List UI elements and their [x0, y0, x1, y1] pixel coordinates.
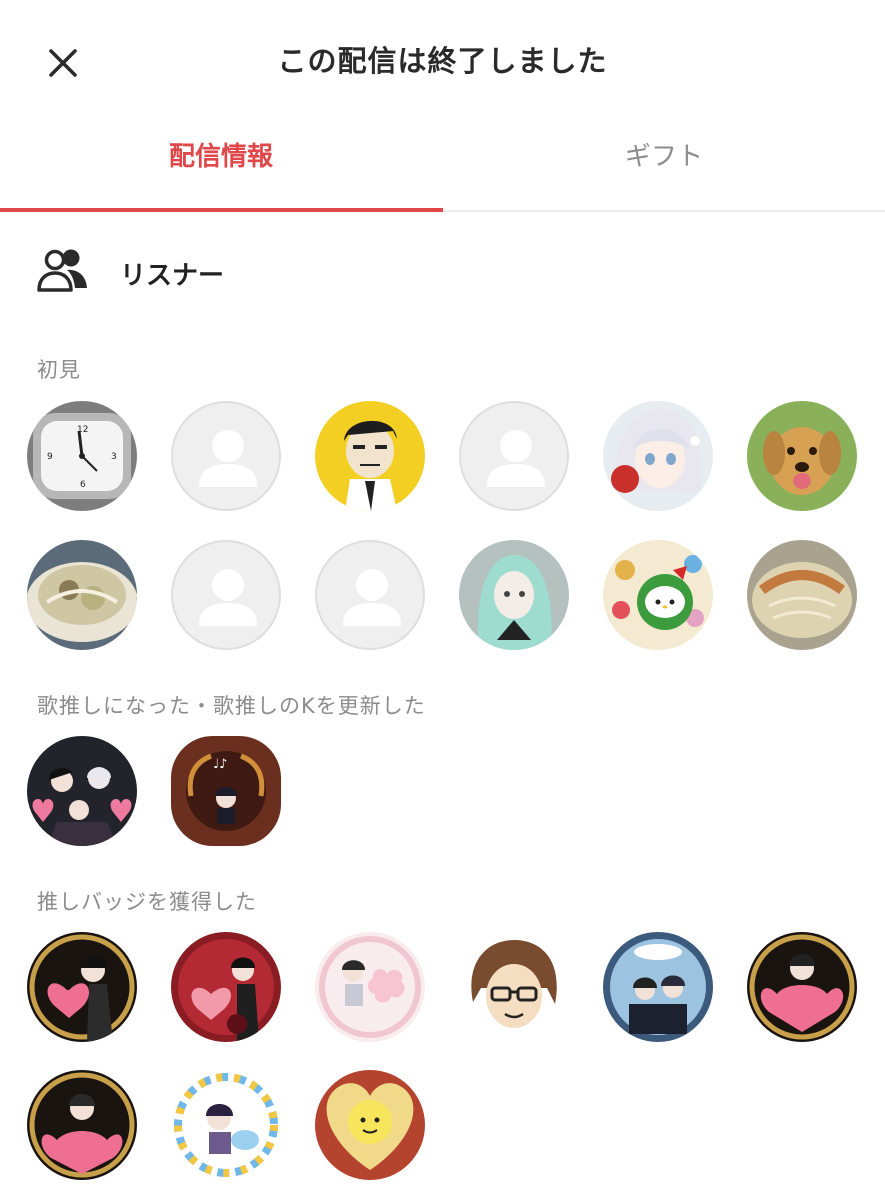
listener-avatar[interactable]	[603, 401, 713, 511]
listeners-label: リスナー	[120, 260, 225, 291]
listener-avatar[interactable]	[747, 401, 857, 511]
default-avatar[interactable]	[315, 540, 425, 650]
listeners-icon	[36, 248, 90, 298]
active-tab-indicator	[0, 208, 443, 212]
svg-text:12: 12	[77, 425, 88, 435]
listener-avatar[interactable]	[603, 932, 713, 1042]
svg-text:♩♪: ♩♪	[213, 757, 227, 772]
listener-avatar[interactable]	[315, 1070, 425, 1180]
svg-text:3: 3	[111, 452, 117, 462]
listener-avatar[interactable]	[747, 932, 857, 1042]
default-avatar[interactable]	[171, 540, 281, 650]
listener-avatar[interactable]	[27, 1070, 137, 1180]
listener-avatar[interactable]: ♩♪	[171, 736, 281, 846]
section-label-first-time: 初見	[37, 358, 81, 382]
page-title: この配信は終了しました	[277, 44, 608, 78]
header: この配信は終了しました	[0, 0, 885, 120]
listener-avatar[interactable]	[171, 932, 281, 1042]
tab-bar: 配信情報 ギフト	[0, 120, 885, 212]
listener-avatar[interactable]	[459, 540, 569, 650]
tab-gift[interactable]: ギフト	[443, 120, 885, 212]
svg-text:9: 9	[47, 452, 53, 462]
listener-avatar[interactable]	[747, 540, 857, 650]
section-label-song-oshi: 歌推しになった・歌推しのKを更新した	[37, 694, 426, 718]
listener-avatar[interactable]	[27, 932, 137, 1042]
listener-avatar[interactable]	[315, 401, 425, 511]
listener-avatar[interactable]	[603, 540, 713, 650]
default-avatar[interactable]	[171, 401, 281, 511]
listener-avatar[interactable]	[459, 932, 569, 1042]
default-avatar[interactable]	[459, 401, 569, 511]
listener-avatar[interactable]: 12 3 6 9	[27, 401, 137, 511]
listener-avatar[interactable]	[315, 932, 425, 1042]
tab-stream-info[interactable]: 配信情報	[0, 120, 442, 212]
section-label-oshi-badge: 推しバッジを獲得した	[37, 890, 257, 914]
listener-avatar[interactable]	[27, 540, 137, 650]
listeners-heading: リスナー	[36, 248, 224, 298]
listener-avatar[interactable]	[27, 736, 137, 846]
svg-text:6: 6	[80, 480, 86, 490]
listener-avatar[interactable]	[171, 1070, 281, 1180]
